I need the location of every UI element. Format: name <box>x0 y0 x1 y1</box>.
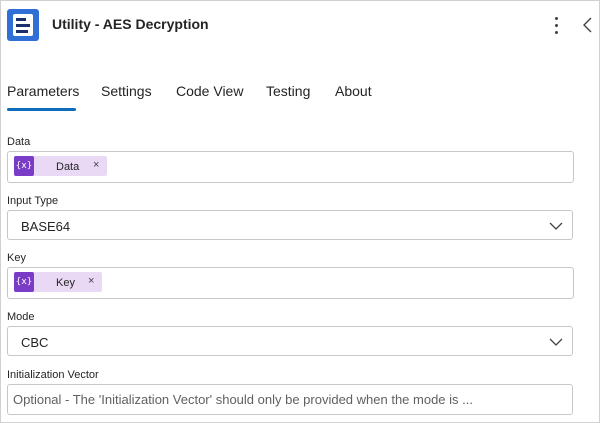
more-options-button[interactable] <box>549 14 565 36</box>
input-type-label: Input Type <box>7 195 59 207</box>
data-field[interactable]: {x} Data × <box>7 151 574 183</box>
iv-input[interactable]: Optional - The 'Initialization Vector' s… <box>7 384 573 415</box>
iv-label: Initialization Vector <box>7 369 99 381</box>
key-token-label: Key <box>56 277 75 289</box>
chevron-down-icon <box>549 222 563 230</box>
panel-header: Utility - AES Decryption <box>0 0 600 50</box>
tab-code-view[interactable]: Code View <box>176 83 243 99</box>
collapse-panel-button[interactable] <box>580 14 596 36</box>
variable-icon: {x} <box>14 156 34 176</box>
app-logo-icon <box>7 9 39 41</box>
data-token[interactable]: {x} Data × <box>14 156 107 176</box>
panel-title: Utility - AES Decryption <box>52 16 209 32</box>
active-tab-indicator <box>7 108 76 111</box>
iv-placeholder: Optional - The 'Initialization Vector' s… <box>13 392 473 407</box>
more-vertical-icon <box>555 17 558 20</box>
input-type-select[interactable]: BASE64 <box>7 210 573 240</box>
key-token[interactable]: {x} Key × <box>14 272 102 292</box>
key-label: Key <box>7 252 26 264</box>
chevron-left-icon <box>583 17 592 33</box>
tab-testing[interactable]: Testing <box>266 83 310 99</box>
remove-token-icon[interactable]: × <box>93 159 99 171</box>
input-type-value: BASE64 <box>21 219 71 234</box>
tab-settings[interactable]: Settings <box>101 83 152 99</box>
tab-about[interactable]: About <box>335 83 372 99</box>
chevron-down-icon <box>549 338 563 346</box>
tab-bar: Parameters Settings Code View Testing Ab… <box>0 78 600 112</box>
mode-label: Mode <box>7 311 35 323</box>
variable-icon: {x} <box>14 272 34 292</box>
remove-token-icon[interactable]: × <box>88 275 94 287</box>
mode-select[interactable]: CBC <box>7 326 573 356</box>
tab-parameters[interactable]: Parameters <box>7 83 79 99</box>
data-label: Data <box>7 136 31 148</box>
key-field[interactable]: {x} Key × <box>7 267 574 299</box>
mode-value: CBC <box>21 335 49 350</box>
data-token-label: Data <box>56 161 80 173</box>
